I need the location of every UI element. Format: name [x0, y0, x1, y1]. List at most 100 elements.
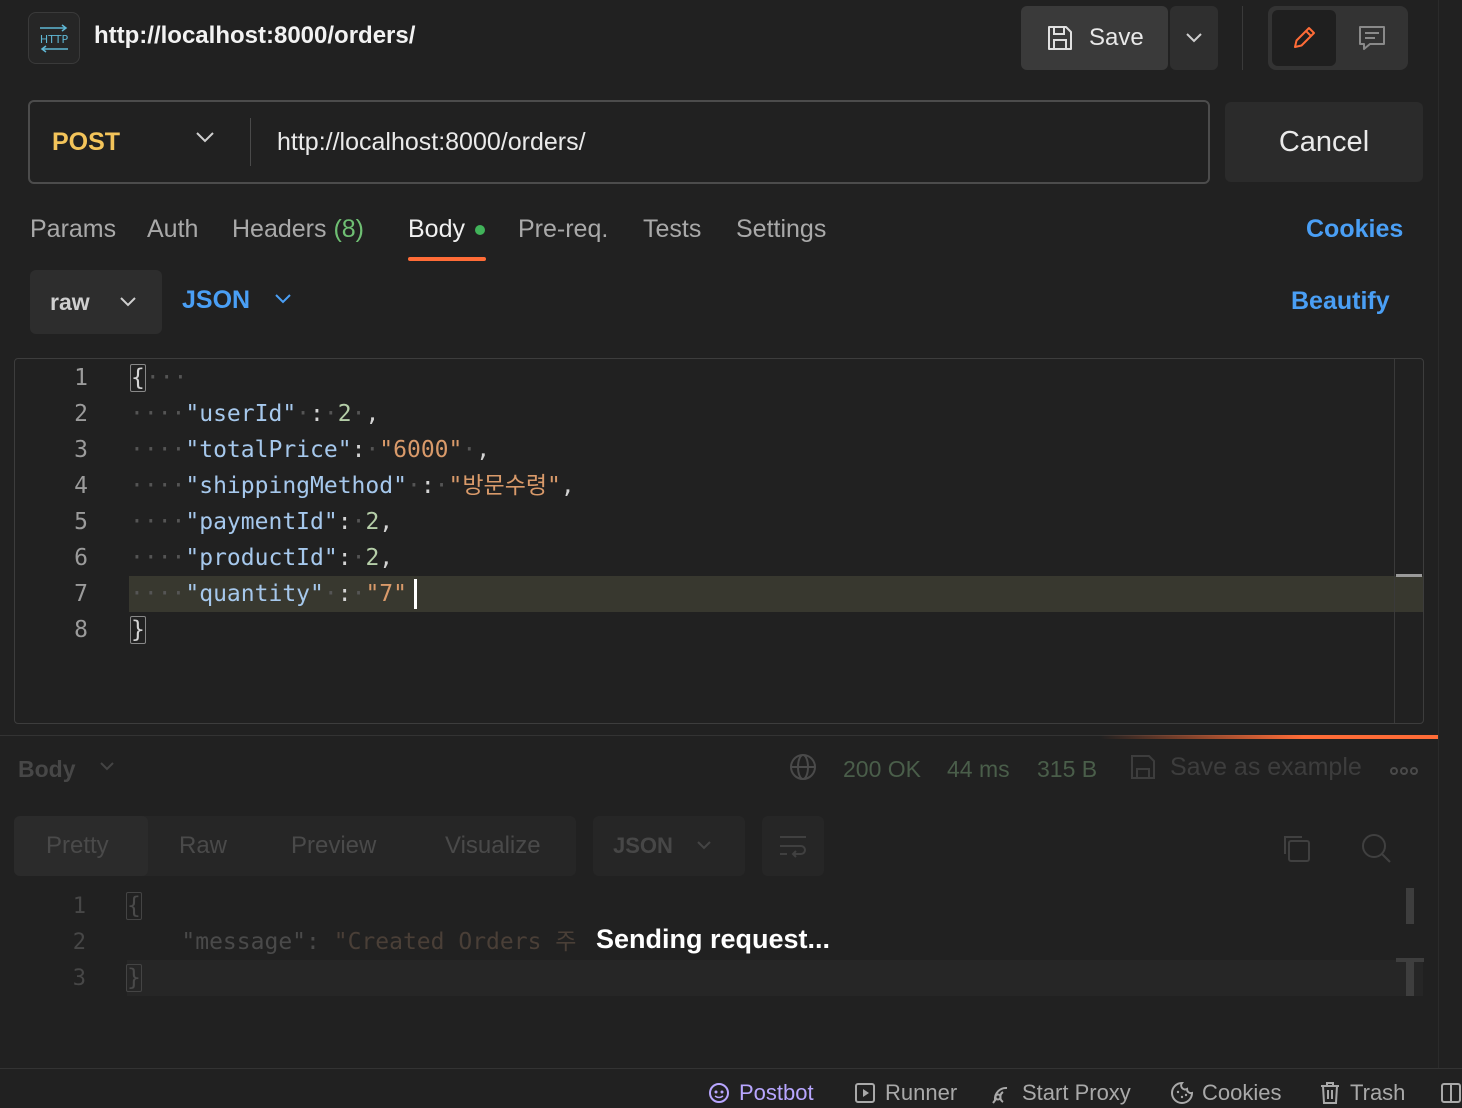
tab-params[interactable]: Params	[30, 215, 116, 244]
response-section-select[interactable]: Body	[18, 756, 76, 783]
chevron-down-icon[interactable]	[194, 130, 216, 149]
active-tab-indicator	[408, 257, 486, 261]
code-key: "paymentId"	[185, 509, 338, 535]
trash-icon	[1321, 1082, 1339, 1104]
code-key: "userId"	[185, 401, 297, 427]
url-input[interactable]: http://localhost:8000/orders/	[277, 128, 586, 157]
comments-button[interactable]	[1340, 10, 1404, 66]
two-pane-icon[interactable]	[1440, 1082, 1462, 1108]
response-size[interactable]: 315 B	[1037, 756, 1097, 783]
trash-label: Trash	[1350, 1080, 1406, 1105]
save-label: Save	[1089, 24, 1144, 51]
trash-button[interactable]: Trash	[1318, 1080, 1405, 1106]
save-options-button[interactable]	[1170, 6, 1218, 70]
code-line: ····"shippingMethod"·:·"방문수령",	[130, 473, 575, 499]
window-edge	[1438, 0, 1439, 1068]
body-type-select[interactable]: raw	[30, 270, 162, 334]
chevron-down-icon[interactable]	[98, 760, 116, 778]
runner-label: Runner	[885, 1080, 958, 1105]
tab-tests[interactable]: Tests	[643, 215, 701, 244]
line-number: 2	[74, 401, 88, 427]
line-number: 1	[74, 365, 88, 391]
code-value: 2	[365, 509, 380, 535]
start-proxy-button[interactable]: Start Proxy	[990, 1080, 1131, 1106]
tab-headers[interactable]: Headers (8)	[232, 215, 364, 244]
tab-settings[interactable]: Settings	[736, 215, 826, 244]
sending-request-overlay: Sending request...	[596, 924, 831, 954]
code-line: ····"quantity"·:·"7"	[130, 581, 407, 607]
runner-button[interactable]: Runner	[853, 1080, 957, 1106]
editor-scrollbar-thumb[interactable]	[1396, 574, 1422, 577]
response-time[interactable]: 44 ms	[947, 756, 1010, 783]
response-key: "message"	[181, 929, 307, 955]
http-badge-label: HTTP	[40, 33, 69, 46]
http-request-icon: HTTP	[28, 12, 80, 64]
copy-icon[interactable]	[1280, 832, 1312, 869]
postbot-button[interactable]: Postbot	[707, 1080, 814, 1106]
text-cursor	[414, 579, 417, 609]
antenna-icon	[992, 1086, 1008, 1104]
globe-icon[interactable]	[788, 752, 818, 787]
save-icon	[1128, 752, 1158, 787]
tab-body[interactable]: Body	[408, 215, 465, 244]
cookies-label: Cookies	[1202, 1080, 1282, 1105]
response-line-number: 3	[72, 966, 86, 991]
status-code[interactable]: 200 OK	[843, 756, 921, 783]
save-as-example-button[interactable]: Save as example	[1170, 753, 1362, 782]
response-tab-raw[interactable]: Raw	[179, 832, 227, 860]
code-value: 2	[365, 545, 380, 571]
search-icon[interactable]	[1360, 832, 1392, 869]
response-scrollbar-thumb[interactable]	[1406, 888, 1414, 924]
response-line-number: 2	[72, 930, 86, 955]
body-format-select[interactable]: JSON	[182, 286, 250, 315]
response-code-line: }	[126, 960, 142, 996]
url-divider	[250, 118, 251, 166]
response-brace: {	[126, 892, 142, 920]
line-number: 3	[74, 437, 88, 463]
beautify-button[interactable]: Beautify	[1291, 287, 1390, 316]
postbot-label: Postbot	[739, 1080, 814, 1105]
code-key: "totalPrice"	[185, 437, 352, 463]
response-format-select[interactable]: JSON	[593, 816, 745, 876]
cookie-icon	[1171, 1081, 1194, 1104]
cancel-button[interactable]: Cancel	[1225, 102, 1423, 182]
tab-prereq[interactable]: Pre-req.	[518, 215, 608, 244]
response-brace: }	[126, 964, 142, 992]
tab-headers-label: Headers	[232, 215, 327, 243]
chevron-down-icon[interactable]	[273, 292, 293, 310]
response-line-number: 1	[72, 894, 86, 919]
response-tab-pretty[interactable]: Pretty	[46, 832, 109, 860]
code-line: ····"userId"·:·2·,	[130, 401, 380, 427]
save-icon	[1048, 26, 1072, 50]
method-selector[interactable]: POST	[52, 128, 120, 157]
code-line: ····"totalPrice":·"6000"·,	[130, 437, 491, 463]
save-button[interactable]: Save	[1021, 6, 1168, 70]
request-progress-bar	[1100, 735, 1438, 739]
pencil-icon	[1294, 27, 1315, 48]
cookies-link[interactable]: Cookies	[1306, 215, 1403, 244]
code-brace: }	[130, 616, 146, 644]
headers-count: (8)	[333, 215, 365, 243]
start-proxy-label: Start Proxy	[1022, 1080, 1131, 1105]
request-title[interactable]: http://localhost:8000/orders/	[94, 22, 415, 50]
code-value: "방문수령"	[448, 473, 561, 499]
code-line: }	[130, 612, 146, 648]
more-options-icon[interactable]	[1390, 763, 1420, 781]
response-tab-preview[interactable]: Preview	[291, 832, 376, 860]
editor-scrollbar-track	[1394, 359, 1395, 723]
code-value: "7"	[365, 581, 407, 607]
line-number: 4	[74, 473, 88, 499]
code-key: "shippingMethod"	[185, 473, 407, 499]
wrap-lines-button[interactable]	[762, 816, 824, 876]
response-format-label: JSON	[613, 833, 673, 858]
response-value: "Created Orders 주	[333, 929, 577, 955]
line-number: 7	[74, 581, 88, 607]
chevron-down-icon	[1186, 33, 1202, 43]
response-scrollbar-thumb[interactable]	[1406, 960, 1414, 996]
response-tab-visualize[interactable]: Visualize	[445, 832, 541, 860]
code-value: 2	[337, 401, 352, 427]
tab-auth[interactable]: Auth	[147, 215, 198, 244]
edit-mode-button[interactable]	[1272, 10, 1336, 66]
response-code-line: {	[126, 888, 142, 924]
cookies-button[interactable]: Cookies	[1170, 1080, 1281, 1106]
